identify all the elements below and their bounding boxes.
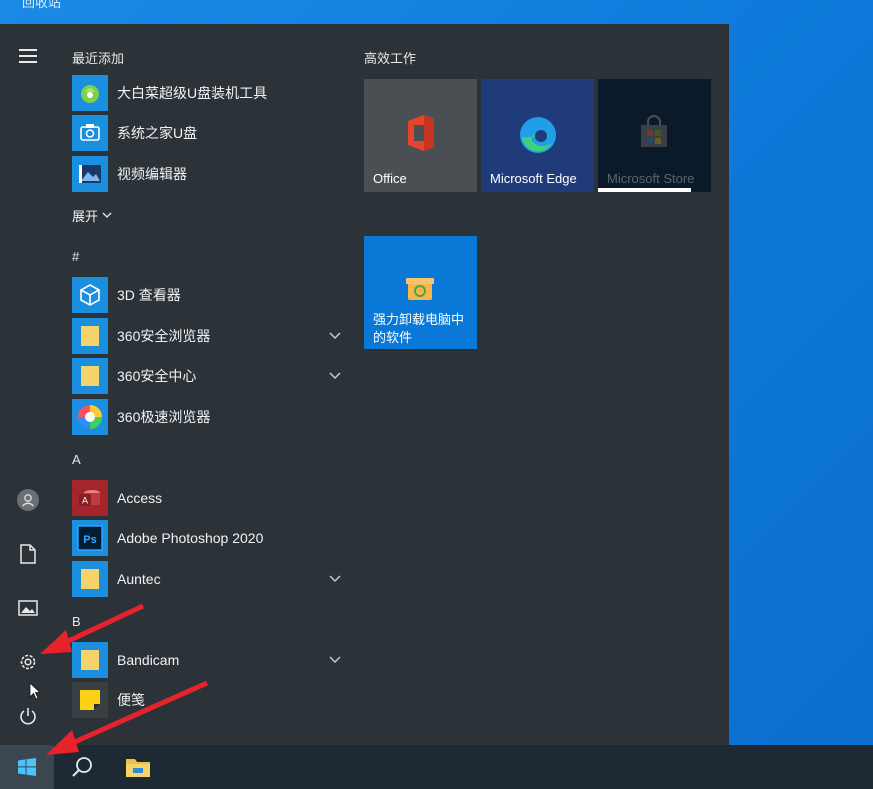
annotation-arrow-start (46, 680, 209, 755)
annotation-arrow-settings (40, 603, 145, 654)
annotation-arrows (40, 603, 209, 755)
